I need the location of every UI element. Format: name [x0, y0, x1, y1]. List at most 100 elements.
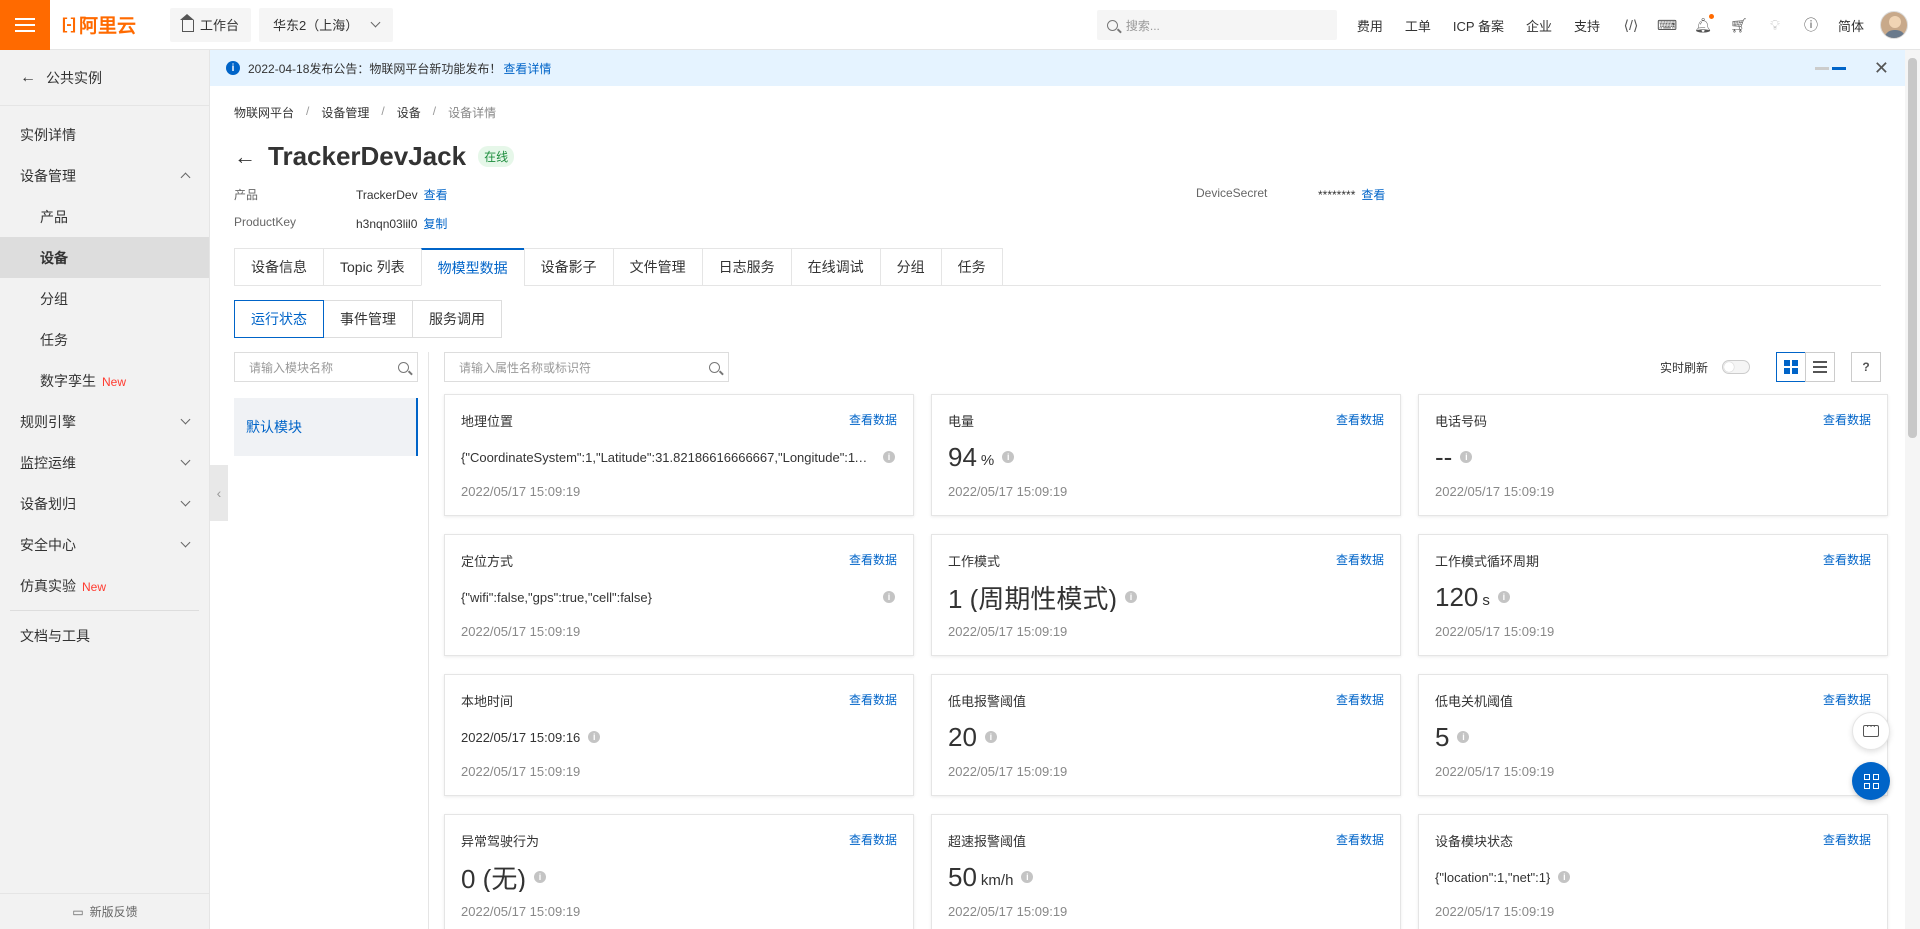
list-view-button[interactable]: [1805, 352, 1835, 382]
realtime-refresh-toggle[interactable]: [1722, 360, 1750, 374]
feedback-link[interactable]: ▭ 新版反馈: [0, 893, 210, 929]
sidebar-item-simulation[interactable]: 仿真实验 New: [0, 565, 209, 606]
tab-group[interactable]: 分组: [879, 248, 941, 286]
sidebar-item-instance-detail[interactable]: 实例详情: [0, 114, 209, 155]
info-icon[interactable]: i: [883, 591, 895, 603]
sidebar-item-device-management[interactable]: 设备管理: [0, 155, 209, 196]
tab-topic-list[interactable]: Topic 列表: [323, 248, 421, 286]
subtab-service-call[interactable]: 服务调用: [412, 300, 502, 338]
info-icon[interactable]: i: [984, 731, 997, 743]
language-switch[interactable]: 简体: [1838, 16, 1864, 35]
view-data-link[interactable]: 查看数据: [849, 551, 897, 570]
info-icon[interactable]: i: [1497, 591, 1510, 603]
productkey-copy-link[interactable]: 复制: [423, 217, 447, 231]
menu-icon[interactable]: [0, 0, 50, 50]
module-search-input[interactable]: 请输入模块名称: [234, 352, 418, 382]
chevron-down-icon: [370, 17, 381, 28]
page-scrollbar[interactable]: [1905, 50, 1920, 929]
module-item-default[interactable]: 默认模块: [234, 398, 418, 456]
view-data-link[interactable]: 查看数据: [1823, 551, 1871, 570]
announcement-link[interactable]: 查看详情: [503, 60, 551, 77]
property-timestamp: 2022/05/17 15:09:19: [1435, 484, 1555, 499]
info-icon[interactable]: i: [1125, 591, 1138, 603]
view-data-link[interactable]: 查看数据: [1823, 831, 1871, 850]
global-search-input[interactable]: 搜索...: [1096, 10, 1337, 40]
sidebar-item-monitoring[interactable]: 监控运维: [0, 442, 209, 483]
bell-icon[interactable]: 🔔︎: [1694, 14, 1714, 34]
tab-online-debug[interactable]: 在线调试: [790, 248, 880, 286]
view-data-link[interactable]: 查看数据: [1336, 551, 1384, 570]
info-icon[interactable]: i: [1002, 451, 1015, 463]
product-view-link[interactable]: 查看: [424, 188, 448, 202]
terminal-icon[interactable]: ⌨: [1657, 16, 1677, 34]
help-icon[interactable]: ⓘ: [1802, 16, 1820, 34]
code-icon[interactable]: ⟨/⟩: [1622, 16, 1640, 34]
view-data-link[interactable]: 查看数据: [1336, 411, 1384, 430]
view-data-link[interactable]: 查看数据: [1823, 691, 1871, 710]
info-icon[interactable]: i: [1021, 871, 1034, 883]
pager-dot-active[interactable]: [1831, 66, 1846, 70]
view-data-link[interactable]: 查看数据: [849, 831, 897, 850]
info-icon[interactable]: i: [1558, 871, 1571, 883]
sidebar-item-group[interactable]: 分组: [0, 278, 209, 319]
info-icon[interactable]: i: [1457, 731, 1470, 743]
property-timestamp: 2022/05/17 15:09:19: [948, 484, 1068, 499]
feedback-chat-button[interactable]: [1852, 712, 1890, 750]
cart-icon[interactable]: 🛒︎: [1730, 16, 1748, 34]
device-secret-view-link[interactable]: 查看: [1361, 188, 1385, 202]
info-icon[interactable]: i: [534, 871, 547, 883]
info-icon[interactable]: i: [1460, 451, 1473, 463]
sidebar-item-digital-twin[interactable]: 数字孪生 New: [0, 360, 209, 401]
tab-device-shadow[interactable]: 设备影子: [523, 248, 613, 286]
top-link-icp[interactable]: ICP 备案: [1453, 16, 1504, 35]
column-divider: [428, 352, 429, 929]
sidebar-item-product[interactable]: 产品: [0, 196, 209, 237]
help-button[interactable]: ?: [1851, 352, 1881, 382]
property-search-input[interactable]: 请输入属性名称或标识符: [444, 352, 729, 382]
sidebar-item-rule-engine[interactable]: 规则引擎: [0, 401, 209, 442]
user-avatar[interactable]: [1880, 11, 1908, 39]
apps-button[interactable]: [1852, 762, 1890, 800]
view-data-link[interactable]: 查看数据: [1823, 411, 1871, 430]
view-data-link[interactable]: 查看数据: [849, 691, 897, 710]
card-view-button[interactable]: [1776, 352, 1806, 382]
tab-task[interactable]: 任务: [940, 248, 1003, 286]
back-arrow-icon[interactable]: ←: [234, 144, 256, 170]
list-icon: [1813, 361, 1827, 373]
device-secret-value: ********: [1318, 188, 1356, 202]
tab-device-info[interactable]: 设备信息: [234, 248, 323, 286]
aliyun-logo[interactable]: [-] 阿里云: [62, 11, 162, 38]
sidebar-item-security-center[interactable]: 安全中心: [0, 524, 209, 565]
subtab-event-management[interactable]: 事件管理: [323, 300, 413, 338]
pager-dot[interactable]: [1814, 66, 1829, 70]
top-link-enterprise[interactable]: 企业: [1526, 16, 1552, 35]
region-selector[interactable]: 华东2（上海）: [259, 7, 394, 42]
subtab-running-status[interactable]: 运行状态: [234, 300, 324, 338]
sidebar-item-device-assignment[interactable]: 设备划归: [0, 483, 209, 524]
top-link-billing[interactable]: 费用: [1357, 16, 1383, 35]
breadcrumb-item[interactable]: 物联网平台: [234, 104, 294, 121]
tab-thing-model-data[interactable]: 物模型数据: [420, 248, 524, 286]
lightbulb-icon[interactable]: 💡︎: [1766, 16, 1784, 34]
sidebar-item-task[interactable]: 任务: [0, 319, 209, 360]
announcement-pager[interactable]: [1814, 66, 1846, 70]
sidebar-item-device[interactable]: 设备: [0, 237, 209, 278]
top-link-ticket[interactable]: 工单: [1405, 16, 1431, 35]
view-data-link[interactable]: 查看数据: [1336, 691, 1384, 710]
view-data-link[interactable]: 查看数据: [1336, 831, 1384, 850]
sidebar-item-docs-tools[interactable]: 文档与工具: [0, 615, 209, 656]
info-icon[interactable]: i: [588, 731, 601, 743]
scrollbar-thumb[interactable]: [1908, 58, 1917, 438]
sidebar-back-link[interactable]: ← 公共实例: [0, 50, 209, 106]
tab-log-service[interactable]: 日志服务: [701, 248, 791, 286]
view-data-link[interactable]: 查看数据: [849, 411, 897, 430]
property-card: 工作模式循环周期 查看数据 120 s i 2022/05/17 15:09:19: [1418, 534, 1888, 656]
close-icon[interactable]: ✕: [1874, 58, 1889, 79]
workbench-button[interactable]: 工作台: [170, 7, 252, 42]
tab-file-management[interactable]: 文件管理: [612, 248, 702, 286]
info-icon[interactable]: i: [883, 451, 895, 463]
top-link-support[interactable]: 支持: [1574, 16, 1600, 35]
breadcrumb-item[interactable]: 设备管理: [321, 104, 369, 121]
breadcrumb-item[interactable]: 设备: [397, 104, 421, 121]
sidebar-item-label: 任务: [40, 331, 68, 348]
